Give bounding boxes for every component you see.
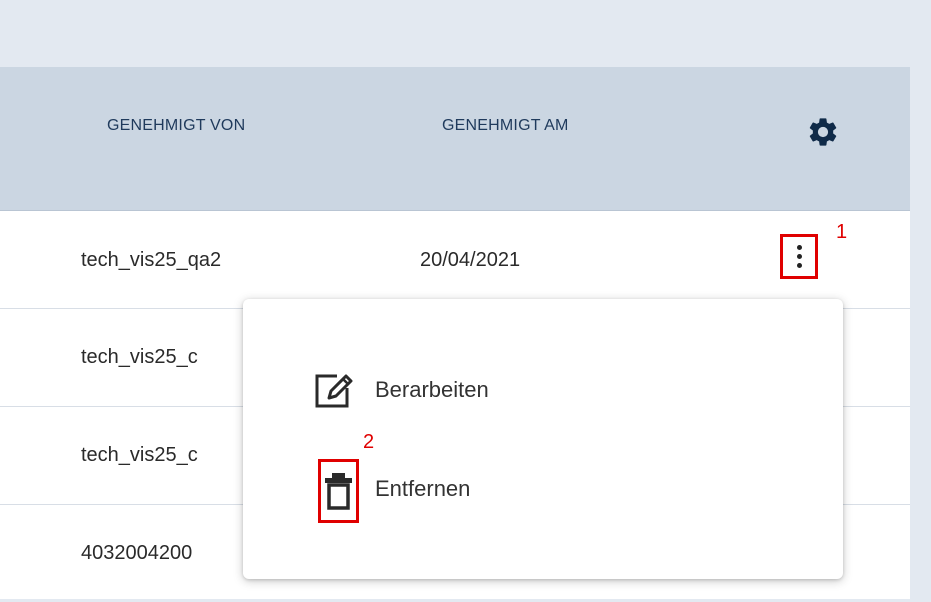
menu-item-remove[interactable]: Entfernen (243, 459, 843, 519)
dot-icon (797, 245, 802, 250)
edit-icon (315, 374, 353, 408)
row-approved-by: 4032004200 (81, 542, 193, 564)
top-band (0, 0, 931, 67)
menu-item-remove-label: Entfernen (375, 476, 471, 501)
gear-icon[interactable] (806, 115, 840, 149)
row-approved-by: tech_vis25_c (81, 346, 198, 368)
annotation-marker-2: 2 (363, 431, 375, 453)
trash-icon (325, 473, 352, 510)
dot-icon (797, 263, 802, 268)
table-header: GENEHMIGT VON GENEHMIGT AM (0, 67, 910, 211)
table-row[interactable]: tech_vis25_qa2 20/04/2021 (0, 211, 910, 309)
row-approved-by: tech_vis25_qa2 (81, 249, 222, 271)
annotation-marker-1: 1 (836, 221, 848, 243)
row-actions-button[interactable] (780, 234, 818, 279)
row-context-menu: Berarbeiten 2 Entfernen (243, 299, 843, 579)
column-header-approved-by[interactable]: GENEHMIGT VON (107, 117, 245, 135)
column-header-approved-on[interactable]: GENEHMIGT AM (442, 117, 569, 135)
menu-item-edit-label: Berarbeiten (375, 377, 489, 402)
dot-icon (797, 254, 802, 259)
menu-item-edit[interactable]: Berarbeiten (243, 360, 843, 420)
row-approved-by: tech_vis25_c (81, 444, 198, 466)
row-approved-on: 20/04/2021 (420, 249, 521, 271)
